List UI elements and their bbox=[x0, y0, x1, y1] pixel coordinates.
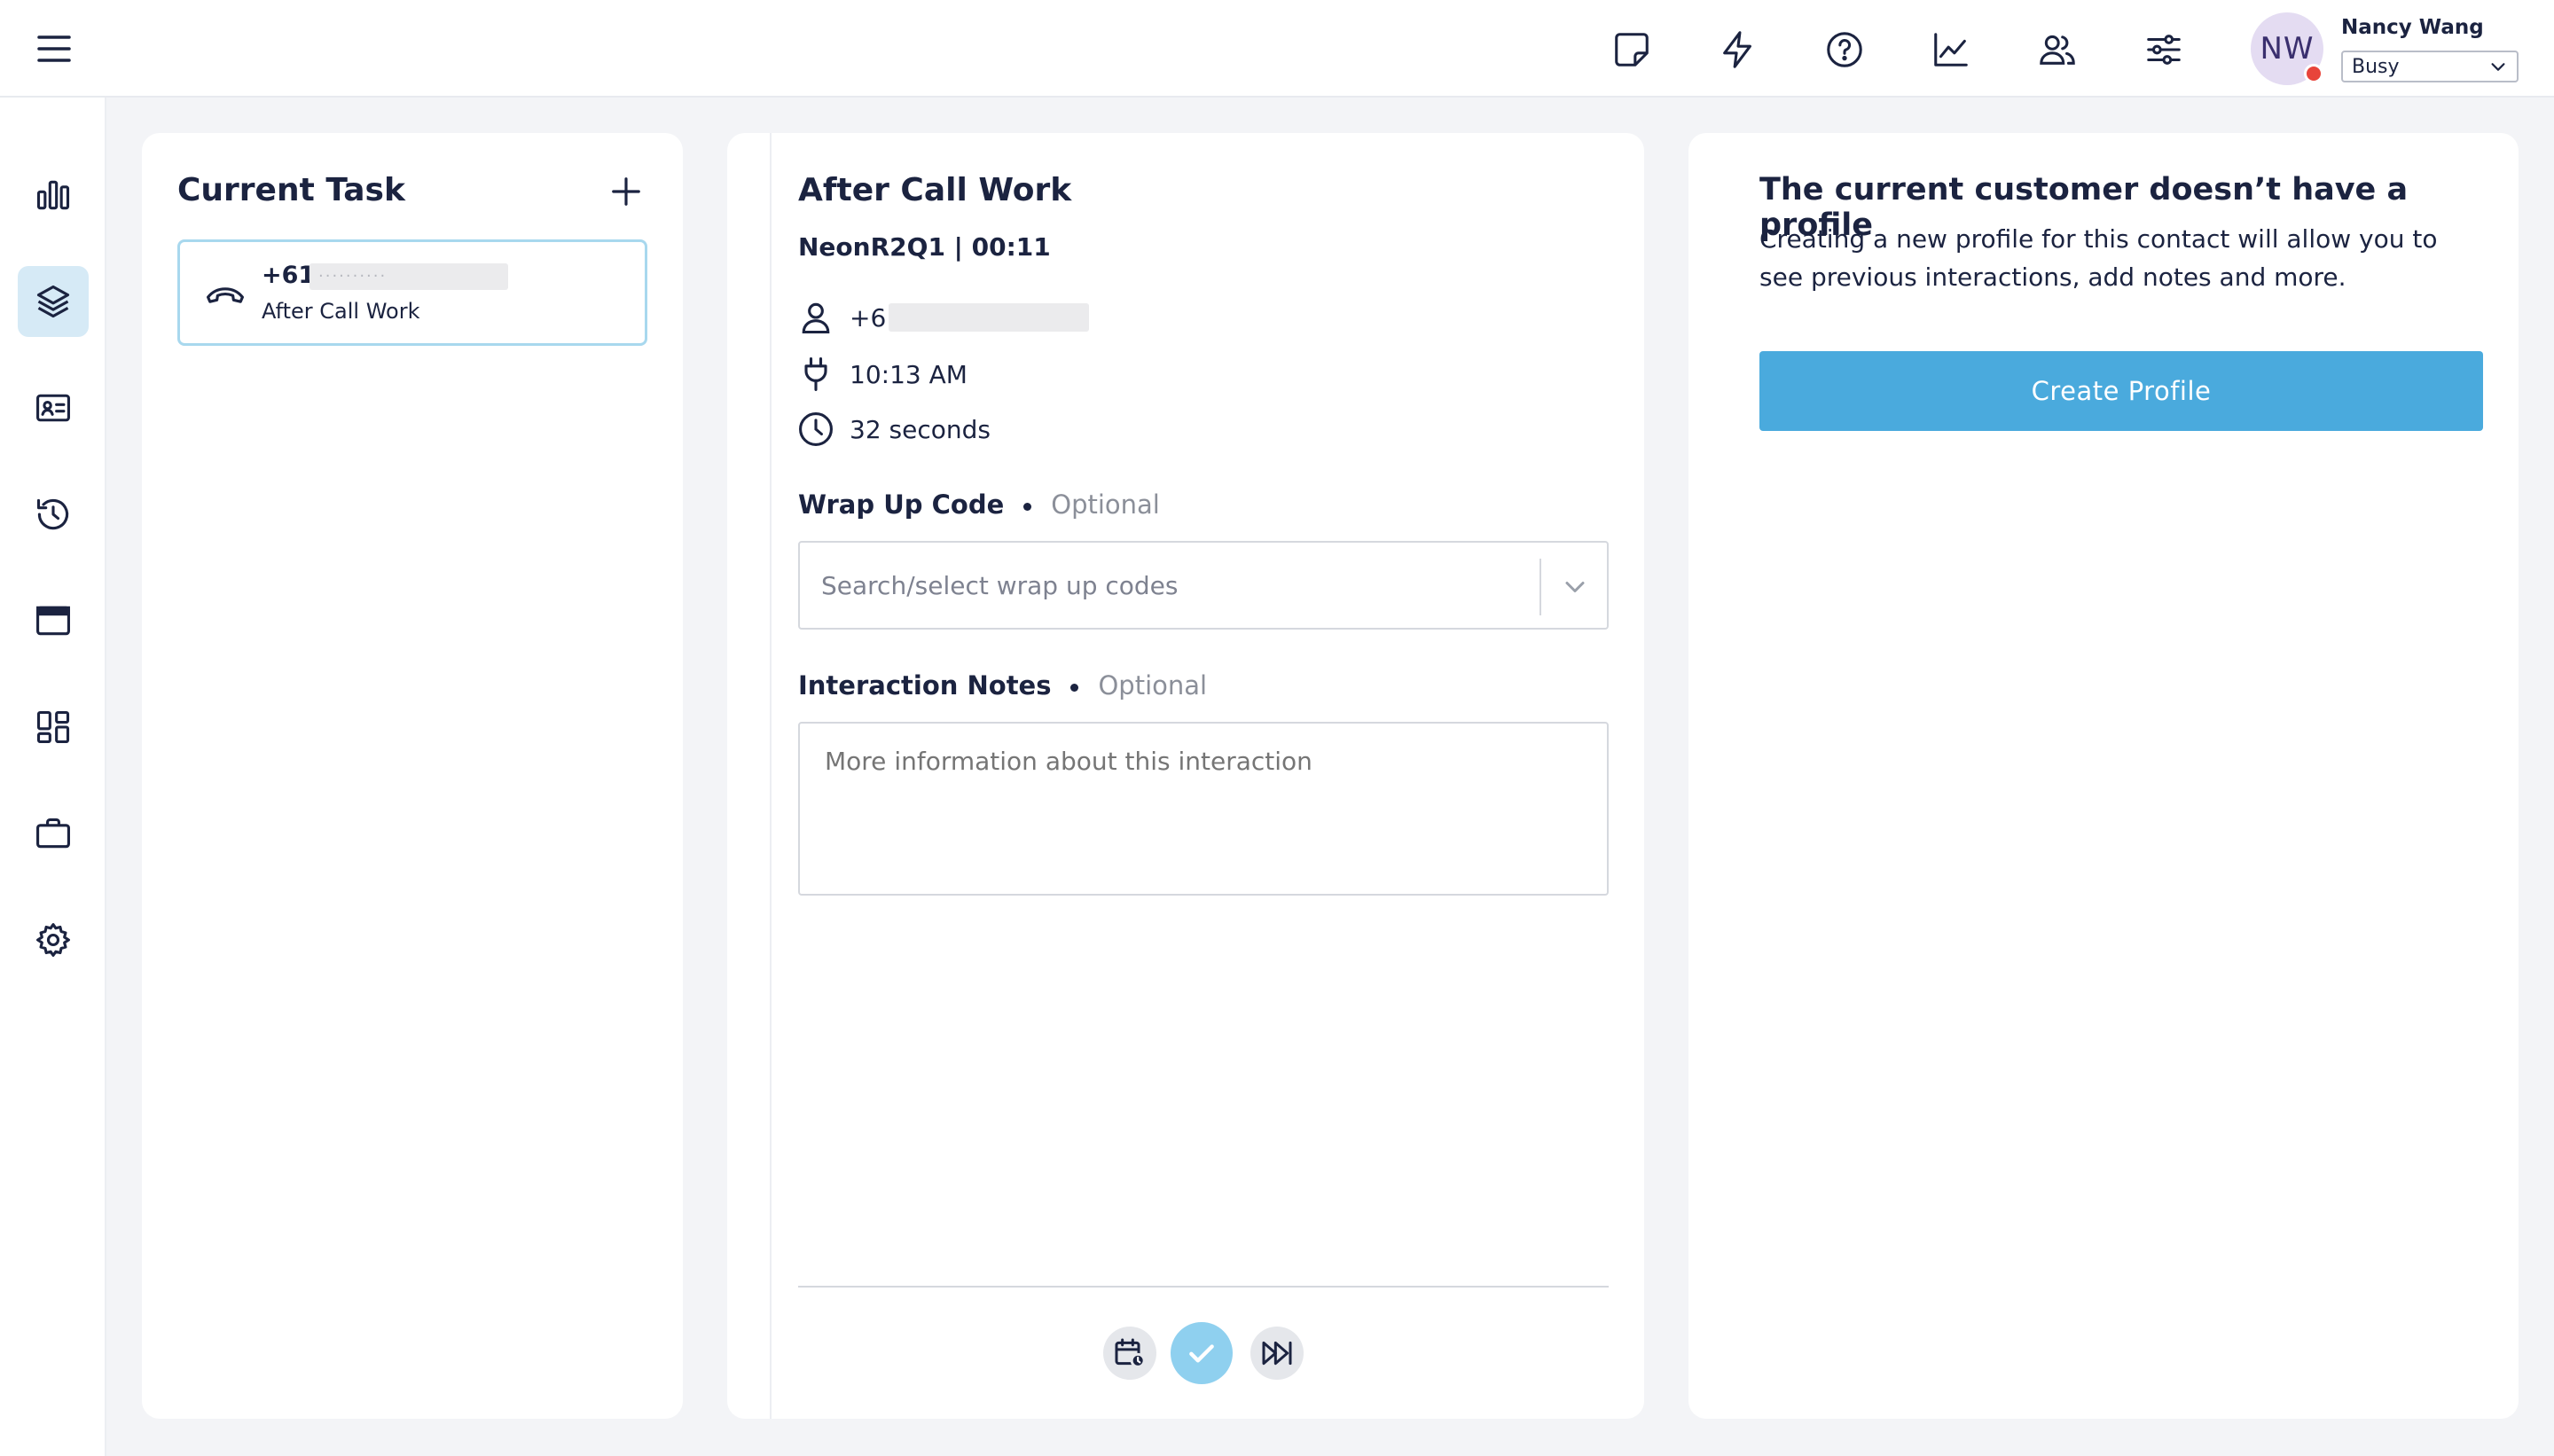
bar-chart-icon bbox=[36, 180, 70, 210]
status-value: Busy bbox=[2352, 55, 2400, 78]
connected-row: 10:13 AM bbox=[796, 353, 968, 395]
sidebar-item-work[interactable] bbox=[18, 798, 89, 869]
wrap-up-select[interactable]: Search/select wrap up codes bbox=[798, 541, 1609, 630]
sidebar bbox=[0, 98, 106, 1456]
lightning-icon[interactable] bbox=[1713, 25, 1763, 74]
current-task-panel: Current Task +61 ·········· After Call W… bbox=[142, 133, 683, 1419]
task-phone-masked: ·········· bbox=[309, 263, 508, 290]
task-status: After Call Work bbox=[262, 299, 420, 324]
chart-line-icon[interactable] bbox=[1926, 25, 1976, 74]
briefcase-icon bbox=[36, 818, 70, 849]
calendar-clock-icon bbox=[1115, 1338, 1146, 1368]
layers-icon bbox=[36, 285, 70, 318]
gear-icon bbox=[36, 923, 70, 957]
contact-card-icon bbox=[36, 394, 70, 422]
status-indicator bbox=[2304, 64, 2323, 83]
complete-button[interactable] bbox=[1171, 1322, 1233, 1384]
wrap-up-label: Wrap Up Code Optional bbox=[798, 489, 1160, 520]
skip-button[interactable] bbox=[1250, 1327, 1304, 1380]
plug-icon bbox=[804, 357, 827, 391]
sidebar-item-settings[interactable] bbox=[18, 904, 89, 975]
sliders-icon[interactable] bbox=[2139, 25, 2189, 74]
create-profile-button[interactable]: Create Profile bbox=[1759, 351, 2483, 431]
sidebar-item-history[interactable] bbox=[18, 479, 89, 550]
wrap-up-placeholder: Search/select wrap up codes bbox=[821, 571, 1179, 600]
profile-description: Creating a new profile for this contact … bbox=[1759, 224, 2438, 292]
menu-icon[interactable] bbox=[32, 28, 76, 69]
chevron-down-icon[interactable] bbox=[1559, 571, 1591, 603]
phone-hangup-icon bbox=[207, 287, 244, 303]
check-icon bbox=[1189, 1344, 1214, 1363]
users-icon[interactable] bbox=[2033, 25, 2082, 74]
chevron-down-icon bbox=[2491, 63, 2505, 71]
user-name: Nancy Wang bbox=[2341, 16, 2484, 39]
clock-icon bbox=[799, 412, 833, 446]
notes-label: Interaction Notes Optional bbox=[798, 670, 1208, 701]
caller-row: +61 bbox=[796, 296, 1089, 339]
customer-profile-panel: The current customer doesn’t have a prof… bbox=[1688, 133, 2519, 1419]
add-task-button[interactable] bbox=[607, 172, 646, 211]
grid-icon bbox=[36, 710, 70, 744]
top-bar: NW Nancy Wang Busy bbox=[0, 0, 2554, 98]
sidebar-item-browser[interactable] bbox=[18, 585, 89, 656]
interaction-meta: NeonR2Q1 | 00:11 bbox=[798, 232, 1051, 262]
notes-textarea[interactable] bbox=[798, 722, 1609, 896]
avatar-initials: NW bbox=[2260, 31, 2315, 67]
sidebar-item-apps[interactable] bbox=[18, 692, 89, 763]
caller-number-masked bbox=[889, 303, 1089, 332]
duration-row: 32 seconds bbox=[796, 408, 991, 450]
person-icon bbox=[802, 302, 830, 334]
call-duration: 32 seconds bbox=[850, 415, 991, 444]
schedule-callback-button[interactable] bbox=[1103, 1327, 1156, 1380]
history-icon bbox=[36, 498, 69, 530]
help-icon[interactable] bbox=[1820, 25, 1869, 74]
status-select[interactable]: Busy bbox=[2341, 51, 2519, 82]
sidebar-item-tasks[interactable] bbox=[18, 266, 89, 337]
sticky-note-icon[interactable] bbox=[1607, 25, 1657, 74]
fast-forward-icon bbox=[1262, 1341, 1292, 1366]
window-icon bbox=[36, 606, 70, 636]
plus-icon bbox=[612, 177, 640, 206]
task-phone-number: +61 bbox=[262, 262, 316, 289]
after-call-title: After Call Work bbox=[798, 172, 1072, 208]
connected-time: 10:13 AM bbox=[850, 360, 968, 389]
current-task-title: Current Task bbox=[177, 172, 405, 208]
task-card[interactable]: +61 ·········· After Call Work bbox=[177, 239, 647, 346]
sidebar-item-dashboard[interactable] bbox=[18, 160, 89, 231]
after-call-work-panel: After Call Work NeonR2Q1 | 00:11 +61 10:… bbox=[727, 133, 1644, 1419]
sidebar-item-contacts[interactable] bbox=[18, 372, 89, 443]
